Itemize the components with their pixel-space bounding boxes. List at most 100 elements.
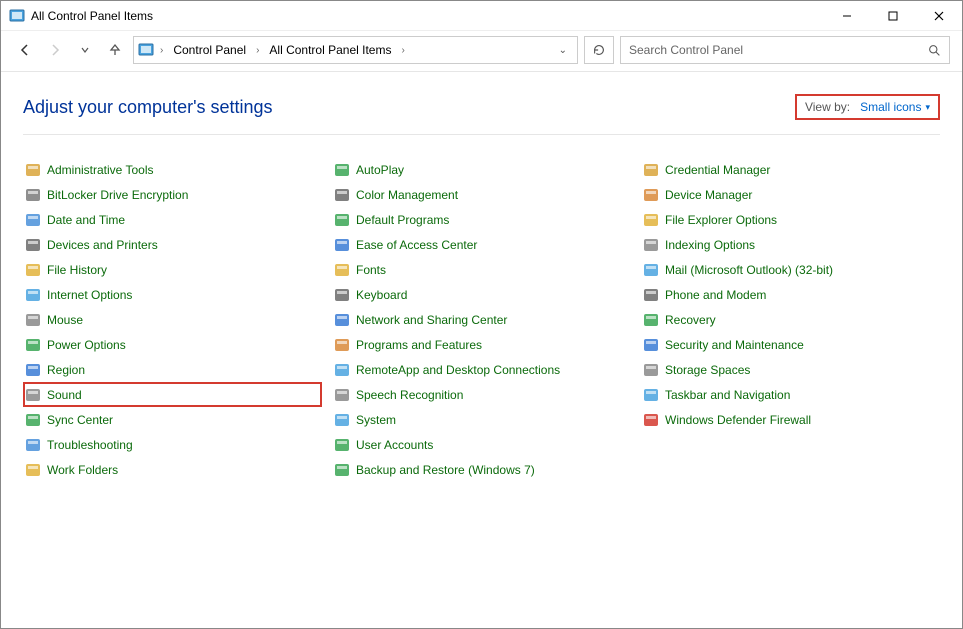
programs-icon [334, 337, 350, 353]
cp-item-label: Administrative Tools [47, 163, 154, 177]
up-button[interactable] [103, 38, 127, 62]
cp-item-label: Mail (Microsoft Outlook) (32-bit) [665, 263, 833, 277]
cp-item-security-and-maintenance[interactable]: Security and Maintenance [641, 332, 940, 357]
cp-item-power-options[interactable]: Power Options [23, 332, 322, 357]
cp-item-autoplay[interactable]: AutoPlay [332, 157, 631, 182]
bitlocker-icon [25, 187, 41, 203]
cp-item-label: Power Options [47, 338, 126, 352]
maximize-button[interactable] [870, 1, 916, 31]
view-by-label: View by: [805, 100, 850, 114]
color-mgmt-icon [334, 187, 350, 203]
cp-item-windows-defender-firewall[interactable]: Windows Defender Firewall [641, 407, 940, 432]
sound-icon [25, 387, 41, 403]
cp-item-storage-spaces[interactable]: Storage Spaces [641, 357, 940, 382]
cp-item-phone-and-modem[interactable]: Phone and Modem [641, 282, 940, 307]
cp-item-devices-and-printers[interactable]: Devices and Printers [23, 232, 322, 257]
view-by-value: Small icons [860, 100, 921, 114]
cp-item-fonts[interactable]: Fonts [332, 257, 631, 282]
cp-item-label: RemoteApp and Desktop Connections [356, 363, 560, 377]
cp-item-sync-center[interactable]: Sync Center [23, 407, 322, 432]
chevron-right-icon[interactable]: › [158, 45, 165, 56]
cp-item-recovery[interactable]: Recovery [641, 307, 940, 332]
fonts-icon [334, 262, 350, 278]
cp-item-label: Internet Options [47, 288, 132, 302]
cp-item-label: Work Folders [47, 463, 118, 477]
window-controls [824, 1, 962, 31]
cp-item-programs-and-features[interactable]: Programs and Features [332, 332, 631, 357]
cp-item-ease-of-access-center[interactable]: Ease of Access Center [332, 232, 631, 257]
cp-item-taskbar-and-navigation[interactable]: Taskbar and Navigation [641, 382, 940, 407]
speech-icon [334, 387, 350, 403]
taskbar-icon [643, 387, 659, 403]
view-by-dropdown[interactable]: Small icons ▾ [860, 100, 930, 114]
chevron-right-icon[interactable]: › [399, 45, 406, 56]
content-area: Adjust your computer's settings View by:… [1, 72, 962, 482]
file-explorer-icon [643, 212, 659, 228]
cp-item-color-management[interactable]: Color Management [332, 182, 631, 207]
header-row: Adjust your computer's settings View by:… [23, 88, 940, 135]
work-folders-icon [25, 462, 41, 478]
network-icon [334, 312, 350, 328]
cp-item-troubleshooting[interactable]: Troubleshooting [23, 432, 322, 457]
cp-item-credential-manager[interactable]: Credential Manager [641, 157, 940, 182]
mail-icon [643, 262, 659, 278]
cp-item-label: Phone and Modem [665, 288, 766, 302]
ease-access-icon [334, 237, 350, 253]
cp-item-label: Taskbar and Navigation [665, 388, 790, 402]
cp-item-administrative-tools[interactable]: Administrative Tools [23, 157, 322, 182]
chevron-right-icon[interactable]: › [254, 45, 261, 56]
storage-icon [643, 362, 659, 378]
cp-item-indexing-options[interactable]: Indexing Options [641, 232, 940, 257]
cp-item-backup-and-restore-windows-7[interactable]: Backup and Restore (Windows 7) [332, 457, 631, 482]
cp-item-mouse[interactable]: Mouse [23, 307, 322, 332]
cp-item-label: Region [47, 363, 85, 377]
breadcrumb-control-panel[interactable]: Control Panel [169, 41, 250, 59]
default-programs-icon [334, 212, 350, 228]
cp-item-work-folders[interactable]: Work Folders [23, 457, 322, 482]
cp-item-remoteapp-and-desktop-connections[interactable]: RemoteApp and Desktop Connections [332, 357, 631, 382]
autoplay-icon [334, 162, 350, 178]
user-accounts-icon [334, 437, 350, 453]
cp-item-speech-recognition[interactable]: Speech Recognition [332, 382, 631, 407]
cp-item-default-programs[interactable]: Default Programs [332, 207, 631, 232]
address-bar[interactable]: › Control Panel › All Control Panel Item… [133, 36, 578, 64]
search-icon [928, 44, 941, 57]
cp-item-label: BitLocker Drive Encryption [47, 188, 188, 202]
recent-locations-button[interactable] [73, 38, 97, 62]
titlebar: All Control Panel Items [1, 1, 962, 31]
cp-item-file-history[interactable]: File History [23, 257, 322, 282]
address-dropdown-button[interactable]: ⌄ [553, 45, 573, 56]
mouse-icon [25, 312, 41, 328]
cp-item-region[interactable]: Region [23, 357, 322, 382]
cp-item-label: Recovery [665, 313, 716, 327]
cp-item-label: Date and Time [47, 213, 125, 227]
search-input[interactable]: Search Control Panel [620, 36, 950, 64]
cp-item-device-manager[interactable]: Device Manager [641, 182, 940, 207]
cp-item-label: Ease of Access Center [356, 238, 477, 252]
cp-item-sound[interactable]: Sound [23, 382, 322, 407]
cp-item-bitlocker-drive-encryption[interactable]: BitLocker Drive Encryption [23, 182, 322, 207]
close-button[interactable] [916, 1, 962, 31]
credential-icon [643, 162, 659, 178]
cp-item-label: Programs and Features [356, 338, 482, 352]
cp-item-network-and-sharing-center[interactable]: Network and Sharing Center [332, 307, 631, 332]
indexing-icon [643, 237, 659, 253]
refresh-button[interactable] [584, 36, 614, 64]
cp-item-mail-microsoft-outlook-32-bit[interactable]: Mail (Microsoft Outlook) (32-bit) [641, 257, 940, 282]
cp-item-file-explorer-options[interactable]: File Explorer Options [641, 207, 940, 232]
phone-icon [643, 287, 659, 303]
back-button[interactable] [13, 38, 37, 62]
control-panel-address-icon [138, 42, 154, 58]
remoteapp-icon [334, 362, 350, 378]
minimize-button[interactable] [824, 1, 870, 31]
cp-item-keyboard[interactable]: Keyboard [332, 282, 631, 307]
cp-item-internet-options[interactable]: Internet Options [23, 282, 322, 307]
cp-item-label: Credential Manager [665, 163, 770, 177]
forward-button[interactable] [43, 38, 67, 62]
cp-item-label: Color Management [356, 188, 458, 202]
cp-item-label: Indexing Options [665, 238, 755, 252]
cp-item-date-and-time[interactable]: Date and Time [23, 207, 322, 232]
breadcrumb-all-items[interactable]: All Control Panel Items [265, 41, 395, 59]
cp-item-user-accounts[interactable]: User Accounts [332, 432, 631, 457]
cp-item-system[interactable]: System [332, 407, 631, 432]
